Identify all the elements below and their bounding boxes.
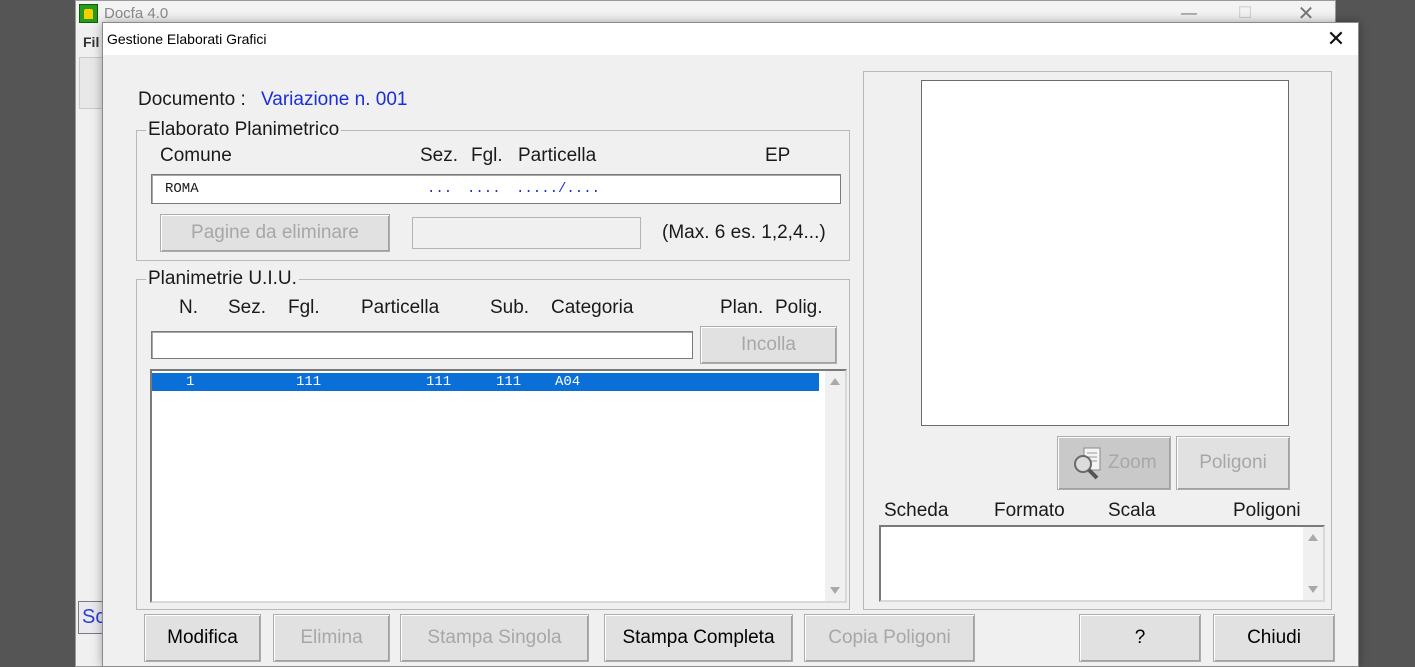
menu-file[interactable]: Fil — [83, 34, 99, 50]
elaborato-row-field[interactable]: ROMA ... .... ...../.... — [151, 174, 841, 204]
table-row[interactable]: 1 111 111 111 A04 — [152, 373, 819, 391]
header-polig: Polig. — [775, 297, 823, 318]
modifica-button[interactable]: Modifica — [144, 614, 261, 662]
parent-window-title: Docfa 4.0 — [104, 5, 169, 22]
header-n: N. — [179, 297, 198, 318]
header-particella: Particella — [518, 145, 597, 166]
dialog-close-icon[interactable]: ✕ — [1318, 25, 1354, 53]
row-particella: 111 — [426, 374, 452, 390]
scroll-up-icon[interactable] — [1308, 534, 1318, 541]
planimetrie-uiu-group: Planimetrie U.I.U. N. Sez. Fgl. Particel… — [136, 268, 850, 610]
stampa-singola-button[interactable]: Stampa Singola — [400, 614, 589, 662]
pagine-hint: (Max. 6 es. 1,2,4...) — [662, 222, 826, 243]
row-categoria: A04 — [555, 374, 581, 390]
copia-poligoni-button[interactable]: Copia Poligoni — [804, 614, 975, 662]
row-n: 1 — [186, 374, 195, 390]
chiudi-button[interactable]: Chiudi — [1213, 614, 1335, 662]
scroll-up-icon[interactable] — [830, 378, 840, 385]
poligoni-button[interactable]: Poligoni — [1176, 436, 1290, 490]
docfa-app-icon — [79, 4, 98, 23]
header-fgl: Fgl. — [471, 145, 503, 166]
zoom-label: Zoom — [1108, 452, 1157, 473]
zoom-button[interactable]: Zoom — [1057, 436, 1171, 490]
dialog-titlebar: Gestione Elaborati Grafici ✕ — [103, 23, 1358, 55]
row-sub: 111 — [496, 374, 522, 390]
elaborato-particella-value: ...../.... — [516, 181, 601, 197]
header-particella: Particella — [361, 297, 440, 318]
pagine-da-eliminare-button[interactable]: Pagine da eliminare — [160, 214, 390, 252]
elaborato-comune-value: ROMA — [165, 181, 199, 197]
header-fgl: Fgl. — [288, 297, 320, 318]
preview-image-area[interactable] — [921, 80, 1289, 426]
scroll-down-icon[interactable] — [1308, 586, 1318, 593]
header-scala: Scala — [1108, 500, 1156, 521]
documento-label: Documento : — [138, 89, 246, 110]
planimetrie-scrollbar[interactable] — [825, 371, 845, 601]
preview-panel: Zoom Poligoni Scheda Formato Scala Polig… — [863, 71, 1332, 610]
schede-list[interactable] — [879, 525, 1325, 602]
planimetrie-list[interactable]: 1 111 111 111 A04 — [150, 369, 847, 603]
elaborato-sez-value: ... — [427, 181, 453, 197]
scroll-down-icon[interactable] — [830, 587, 840, 594]
parent-toolbar — [79, 57, 103, 109]
planimetrie-input[interactable] — [151, 331, 693, 359]
header-scheda: Scheda — [884, 500, 949, 521]
zoom-magnifier-icon — [1074, 447, 1101, 480]
header-categoria: Categoria — [551, 297, 634, 318]
incolla-button[interactable]: Incolla — [700, 326, 837, 364]
parent-status-box: Sc — [78, 601, 104, 634]
gestione-elaborati-dialog: Gestione Elaborati Grafici ✕ Documento :… — [102, 22, 1359, 667]
header-sez: Sez. — [420, 145, 459, 166]
help-button[interactable]: ? — [1079, 614, 1201, 662]
header-plan: Plan. — [720, 297, 764, 318]
header-ep: EP — [765, 145, 791, 166]
elaborato-fgl-value: .... — [467, 181, 501, 197]
header-comune: Comune — [160, 145, 232, 166]
header-formato: Formato — [994, 500, 1065, 521]
header-sez: Sez. — [228, 297, 267, 318]
row-fgl: 111 — [296, 374, 322, 390]
header-poligoni: Poligoni — [1233, 500, 1301, 521]
elimina-button[interactable]: Elimina — [273, 614, 390, 662]
schede-scrollbar[interactable] — [1303, 527, 1323, 600]
documento-value: Variazione n. 001 — [261, 89, 408, 110]
dialog-title: Gestione Elaborati Grafici — [107, 31, 267, 47]
stampa-completa-button[interactable]: Stampa Completa — [604, 614, 793, 662]
elaborato-planimetrico-legend: Elaborato Planimetrico — [146, 119, 342, 141]
header-sub: Sub. — [490, 297, 530, 318]
planimetrie-uiu-legend: Planimetrie U.I.U. — [146, 268, 299, 290]
elaborato-planimetrico-group: Elaborato Planimetrico Comune Sez. Fgl. … — [136, 119, 850, 261]
pagine-input[interactable] — [412, 217, 641, 249]
